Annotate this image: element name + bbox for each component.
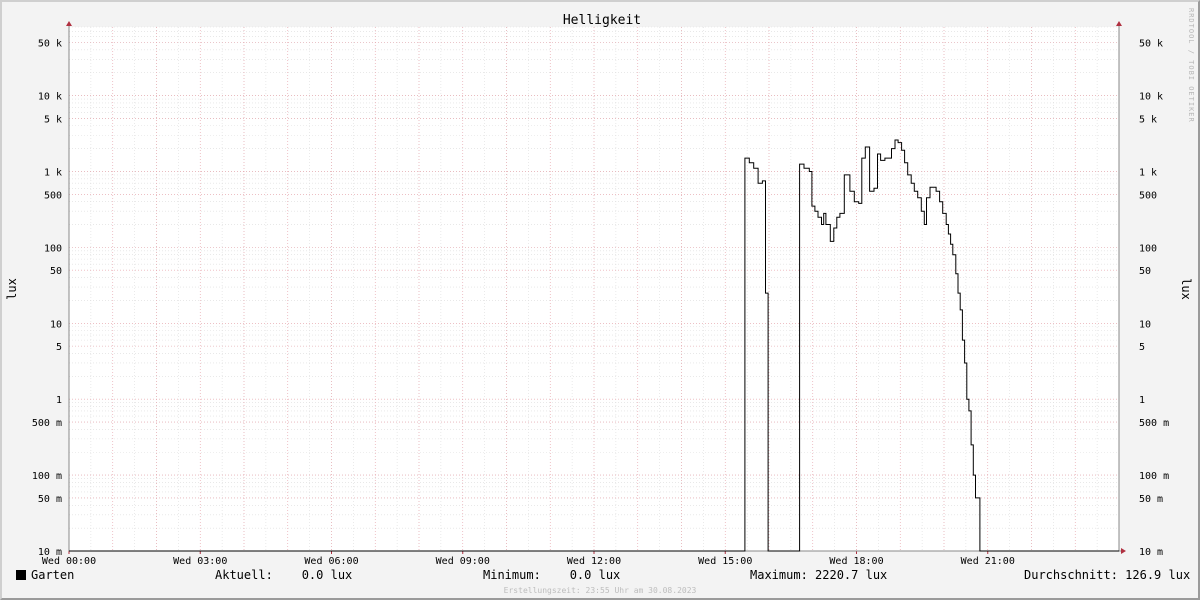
- legend: Garten: [16, 568, 74, 582]
- brightness-chart: 10 m 10 m50 m 50 m100 m 100 m500 m 500 m1 15 5…: [5, 8, 1195, 567]
- y-tick-label-left: 10: [50, 319, 62, 330]
- x-axis-arrow: [1121, 548, 1126, 554]
- y-tick-label-right: 50 m: [1139, 494, 1163, 505]
- y-axis-label-right: lux: [1179, 278, 1193, 300]
- graph-frame: 10 m 10 m 50 m 50 m 100 m 100 m 500 m 500 m1155…: [0, 0, 1200, 600]
- minimum-value: Minimum: 0.0 lux: [483, 568, 621, 582]
- y-tick-label-right: 50: [1139, 266, 1151, 277]
- y-tick-label-left: 1 k: [44, 167, 62, 178]
- y-tick-label-left: 100: [44, 243, 62, 254]
- x-tick-label: Wed 15:00: [698, 556, 752, 567]
- x-tick-label: Wed 09:00: [436, 556, 490, 567]
- y-tick-label-left: 1: [56, 395, 62, 406]
- current-value: Aktuell: 0.0 lux: [215, 568, 353, 582]
- y-tick-label-left: 50 m: [38, 494, 62, 505]
- y-tick-label-left: 50 k: [38, 38, 62, 49]
- average-value: Durchschnitt: 126.9 lux: [1024, 568, 1191, 582]
- x-tick-label: Wed 21:00: [961, 556, 1015, 567]
- watermark: RRDTOOL / TOBI OETIKER: [1187, 8, 1195, 123]
- x-tick-label: Wed 03:00: [173, 556, 227, 567]
- footer: Garten Aktuell: 0.0 lux Minimum: 0.0 lux…: [2, 568, 1198, 586]
- x-tick-label: Wed 00:00: [42, 556, 96, 567]
- y-axis-arrow-left: [66, 21, 72, 26]
- y-tick-label-left: 10 k: [38, 92, 62, 103]
- y-tick-label-right: 5: [1139, 342, 1145, 353]
- y-tick-label-left: 500: [44, 190, 62, 201]
- y-tick-label-right: 50 k: [1139, 38, 1163, 49]
- y-tick-label-right: 500 m: [1139, 418, 1169, 429]
- y-axis-label-left: lux: [5, 278, 19, 300]
- x-tick-label: Wed 18:00: [829, 556, 883, 567]
- y-tick-label-right: 5 k: [1139, 114, 1157, 125]
- y-axis-arrow-right: [1116, 21, 1122, 26]
- y-tick-label-right: 100 m: [1139, 471, 1169, 482]
- y-tick-label-right: 1: [1139, 395, 1145, 406]
- legend-label: Garten: [31, 568, 75, 582]
- y-tick-label-left: 5 k: [44, 114, 62, 125]
- y-tick-label-right: 500: [1139, 190, 1157, 201]
- x-tick-label: Wed 12:00: [567, 556, 621, 567]
- y-tick-label-right: 10: [1139, 319, 1151, 330]
- maximum-value: Maximum: 2220.7 lux: [750, 568, 888, 582]
- y-tick-label-left: 500 m: [32, 418, 62, 429]
- x-tick-label: Wed 06:00: [304, 556, 358, 567]
- y-tick-label-left: 50: [50, 266, 62, 277]
- y-tick-label-left: 5: [56, 342, 62, 353]
- creation-timestamp: Erstellungszeit: 23:55 Uhr am 30.08.2023: [503, 586, 697, 595]
- y-tick-label-right: 10 m: [1139, 547, 1163, 558]
- y-tick-label-right: 100: [1139, 243, 1157, 254]
- y-tick-label-left: 100 m: [32, 471, 62, 482]
- y-tick-label-right: 10 k: [1139, 92, 1163, 103]
- y-tick-label-right: 1 k: [1139, 167, 1157, 178]
- chart-title: Helligkeit: [563, 13, 641, 28]
- legend-swatch: [16, 570, 26, 580]
